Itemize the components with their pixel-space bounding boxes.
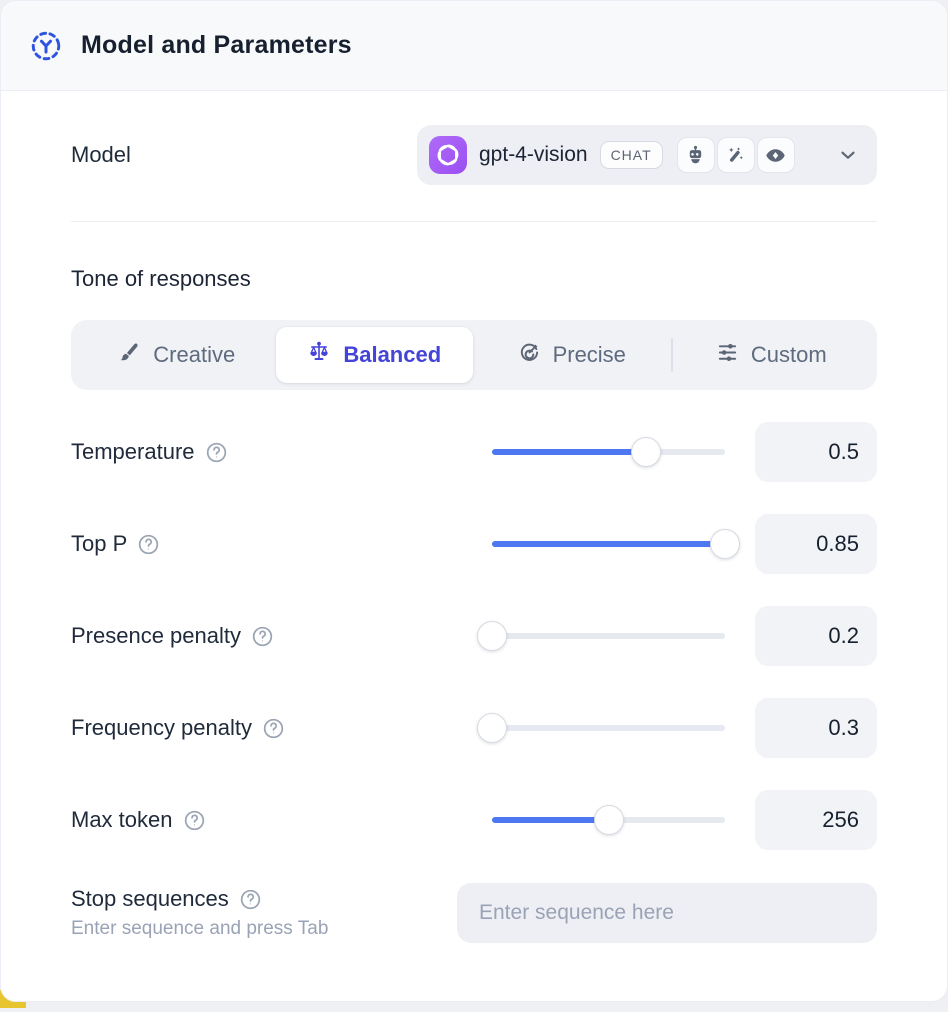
temperature-slider[interactable] xyxy=(492,437,725,467)
presence-penalty-value: 0.2 xyxy=(755,606,877,666)
model-row: Model gpt-4-vision CH xyxy=(71,125,877,185)
section-divider xyxy=(71,221,877,222)
slider-thumb[interactable] xyxy=(631,437,661,467)
frequency-penalty-value: 0.3 xyxy=(755,698,877,758)
stop-sequence-input[interactable] xyxy=(457,883,877,943)
parameter-label: Temperature xyxy=(71,439,492,465)
stop-sequences-row: Stop sequences Enter sequence and press … xyxy=(71,883,877,943)
selected-model-name: gpt-4-vision xyxy=(479,143,588,167)
max-token-slider[interactable] xyxy=(492,805,725,835)
max-token-value: 256 xyxy=(755,790,877,850)
tone-option-label: Precise xyxy=(553,342,626,368)
model-parameters-panel: Model and Parameters Model xyxy=(0,0,948,1002)
help-icon[interactable] xyxy=(239,888,262,911)
top-p-slider[interactable] xyxy=(492,529,725,559)
target-icon xyxy=(518,341,541,370)
parameter-row-presence-penalty: Presence penalty 0.2 xyxy=(71,606,877,666)
paintbrush-icon xyxy=(118,341,141,370)
stop-sequences-hint: Enter sequence and press Tab xyxy=(71,918,457,940)
parameter-label: Presence penalty xyxy=(71,623,492,649)
vision-icon xyxy=(757,137,795,173)
model-label: Model xyxy=(71,142,131,168)
robot-icon xyxy=(677,137,715,173)
stop-sequences-label: Stop sequences xyxy=(71,886,457,912)
help-icon[interactable] xyxy=(137,533,160,556)
model-select-dropdown[interactable]: gpt-4-vision CHAT xyxy=(417,125,877,185)
openai-logo-icon xyxy=(429,136,467,174)
model-hub-icon xyxy=(29,29,63,63)
sliders-icon xyxy=(716,341,739,370)
slider-thumb[interactable] xyxy=(477,713,507,743)
tone-heading: Tone of responses xyxy=(71,266,877,292)
page-title: Model and Parameters xyxy=(81,31,352,60)
tone-option-label: Creative xyxy=(153,342,235,368)
tone-segmented-control: Creative Balanced xyxy=(71,320,877,390)
tone-option-precise[interactable]: Precise xyxy=(473,327,671,383)
panel-header: Model and Parameters xyxy=(1,1,947,91)
parameter-row-frequency-penalty: Frequency penalty 0.3 xyxy=(71,698,877,758)
parameter-label: Frequency penalty xyxy=(71,715,492,741)
slider-thumb[interactable] xyxy=(594,805,624,835)
frequency-penalty-slider[interactable] xyxy=(492,713,725,743)
capability-badges xyxy=(677,137,795,173)
chevron-down-icon xyxy=(837,144,859,166)
slider-thumb[interactable] xyxy=(710,529,740,559)
tone-option-creative[interactable]: Creative xyxy=(78,327,276,383)
parameter-row-max-token: Max token 256 xyxy=(71,790,877,850)
balance-scale-icon xyxy=(307,340,331,370)
top-p-value: 0.85 xyxy=(755,514,877,574)
help-icon[interactable] xyxy=(262,717,285,740)
tone-option-balanced[interactable]: Balanced xyxy=(276,327,474,383)
parameter-row-top-p: Top P 0.85 xyxy=(71,514,877,574)
presence-penalty-slider[interactable] xyxy=(492,621,725,651)
magic-wand-icon xyxy=(717,137,755,173)
model-type-badge: CHAT xyxy=(600,141,663,169)
help-icon[interactable] xyxy=(251,625,274,648)
help-icon[interactable] xyxy=(205,441,228,464)
tone-option-custom[interactable]: Custom xyxy=(673,327,871,383)
parameter-row-temperature: Temperature 0.5 xyxy=(71,422,877,482)
parameter-label: Top P xyxy=(71,531,492,557)
tone-option-label: Custom xyxy=(751,342,827,368)
temperature-value: 0.5 xyxy=(755,422,877,482)
slider-thumb[interactable] xyxy=(477,621,507,651)
tone-option-label: Balanced xyxy=(343,342,441,368)
help-icon[interactable] xyxy=(183,809,206,832)
parameter-label: Max token xyxy=(71,807,492,833)
